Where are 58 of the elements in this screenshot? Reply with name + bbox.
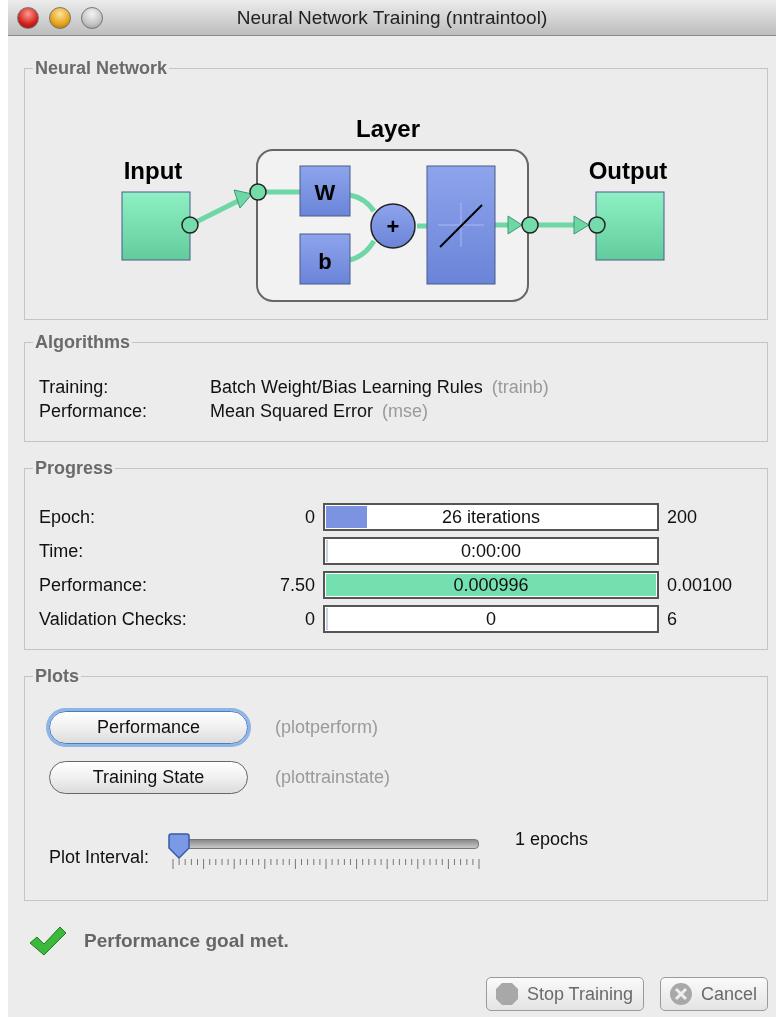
connection-point	[588, 216, 606, 234]
section-title: Plots	[34, 666, 80, 687]
connection-point	[249, 183, 267, 201]
section-title: Progress	[34, 458, 115, 479]
plot-button[interactable]: Performance	[49, 711, 248, 744]
zoom-button[interactable]	[81, 6, 103, 29]
progress-label: Performance:	[39, 574, 149, 596]
bias-box	[299, 233, 351, 285]
algorithm-name: Batch Weight/Bias Learning Rules	[210, 377, 483, 397]
status-message: Performance goal met.	[84, 930, 289, 952]
slider-thumb[interactable]	[167, 833, 192, 859]
sum-transfer-connection	[417, 223, 427, 229]
stop-sign-icon	[494, 982, 519, 1006]
plot-button[interactable]: Training State	[49, 761, 248, 794]
function-name: (plotperform)	[275, 717, 379, 738]
weight-label: W	[314, 180, 336, 205]
progress-text: 26 iterations	[441, 506, 541, 528]
minimum-value: 0	[304, 506, 315, 528]
progress-label: Validation Checks:	[39, 608, 188, 630]
connection-point	[181, 216, 199, 234]
function-name: (trainb)	[491, 377, 549, 397]
output-label: Output	[588, 157, 668, 184]
progress-text: 0	[486, 608, 496, 630]
progress-text: 0.000996	[453, 574, 529, 596]
minimum-value: 0	[304, 608, 315, 630]
input-node	[121, 191, 191, 261]
checkmark-icon	[28, 925, 68, 957]
close-button[interactable]	[17, 6, 39, 29]
bias-label: b	[318, 249, 332, 274]
minimize-button[interactable]	[49, 6, 71, 29]
layer-label: Layer	[356, 115, 420, 142]
algorithm-label: Performance:	[39, 401, 149, 422]
cancel-icon	[668, 982, 693, 1006]
maximum-value: 6	[667, 608, 678, 630]
weight-sum-connection	[349, 192, 376, 213]
transfer-output-connection	[495, 215, 523, 235]
plot-interval-value: 1 epochs	[515, 829, 589, 850]
maximum-value: 0.00100	[667, 574, 734, 596]
weight-box	[299, 165, 351, 217]
output-node	[595, 191, 665, 261]
algorithm-label: Training:	[39, 377, 110, 398]
function-name: (mse)	[382, 401, 429, 421]
sum-label: +	[386, 214, 400, 239]
sum-node	[370, 203, 416, 249]
algorithm-name: Mean Squared Error	[210, 401, 374, 421]
bias-sum-connection	[349, 239, 377, 263]
progress-text: 0:00:00	[460, 540, 522, 562]
window-title: Neural Network Training (nntraintool)	[236, 6, 548, 29]
maximum-value: 200	[667, 506, 699, 528]
function-name: (plottrainstate)	[275, 767, 391, 788]
section-title: Algorithms	[34, 332, 131, 353]
section-title: Neural Network	[34, 58, 169, 79]
input-label: Input	[123, 157, 183, 184]
minimum-value: 7.50	[278, 574, 315, 596]
connection-point	[521, 216, 539, 234]
progress-label: Epoch:	[39, 506, 97, 528]
plot-interval-label: Plot Interval:	[49, 847, 150, 868]
progress-label: Time:	[39, 540, 85, 562]
